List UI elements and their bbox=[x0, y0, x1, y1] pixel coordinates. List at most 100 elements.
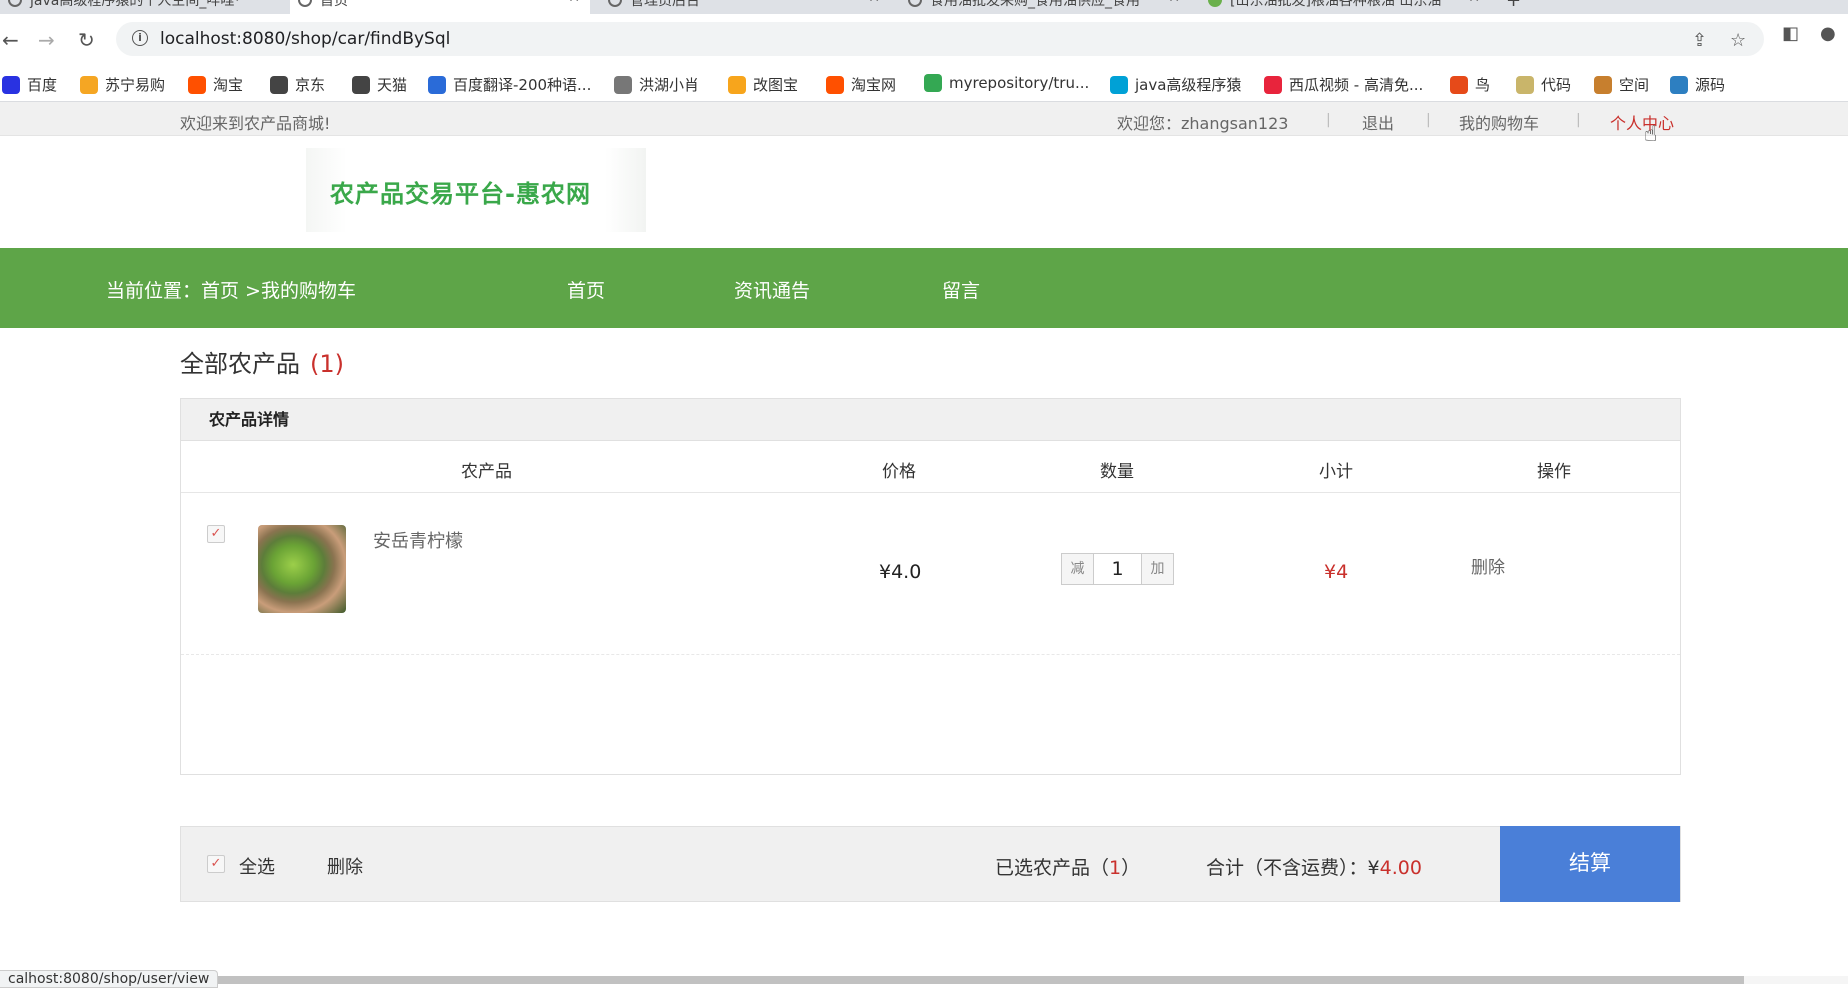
breadcrumb: 当前位置：首页 >我的购物车 bbox=[106, 280, 356, 302]
total-amount: 合计（不含运费）：¥4.00 bbox=[1206, 853, 1422, 880]
tab-title: 首页 bbox=[320, 0, 348, 9]
nav-message-link[interactable]: 留言 bbox=[942, 276, 980, 303]
section-title-text: 全部农产品 bbox=[180, 350, 300, 378]
bookmark-item[interactable]: 淘宝网 bbox=[826, 74, 896, 95]
scrollbar-thumb[interactable] bbox=[210, 976, 1744, 984]
delete-item-link[interactable]: 删除 bbox=[1471, 553, 1505, 578]
bookmark-label: 天猫 bbox=[377, 76, 408, 94]
close-icon[interactable]: ✕ bbox=[228, 0, 240, 6]
bookmark-item[interactable]: 百度翻译-200种语... bbox=[428, 74, 591, 95]
close-icon[interactable]: ✕ bbox=[868, 0, 880, 6]
bookmark-label: 空间 bbox=[1619, 76, 1650, 94]
column-header-price: 价格 bbox=[882, 462, 916, 482]
url-field[interactable]: i localhost:8080/shop/car/findBySql ⇪ ☆ bbox=[116, 22, 1764, 56]
tab-title: 食用油批发采购_食用油供应_食用 bbox=[930, 0, 1140, 9]
bookmark-favicon-icon bbox=[80, 75, 98, 94]
bookmark-item[interactable]: 天猫 bbox=[352, 74, 407, 95]
bookmark-favicon-icon bbox=[2, 75, 20, 94]
close-icon[interactable]: ✕ bbox=[1468, 0, 1480, 6]
close-icon[interactable]: ✕ bbox=[568, 0, 580, 6]
bookmark-item[interactable]: 空间 bbox=[1594, 74, 1649, 95]
product-thumbnail[interactable] bbox=[258, 525, 346, 613]
personal-center-link[interactable]: 个人中心 bbox=[1610, 110, 1674, 134]
browser-tab[interactable]: [山东油批发]粮油各种粮油 山东油 ✕ bbox=[1200, 0, 1490, 14]
column-header-product: 农产品 bbox=[461, 462, 512, 482]
cart-footer-bar: ✓ 全选 删除 已选农产品（1） 合计（不含运费）：¥4.00 结算 bbox=[180, 826, 1681, 902]
logout-link[interactable]: 退出 bbox=[1362, 110, 1394, 134]
bookmark-item[interactable]: 代码 bbox=[1516, 74, 1571, 95]
bookmark-item[interactable]: 源码 bbox=[1670, 74, 1725, 95]
bookmark-item[interactable]: 改图宝 bbox=[728, 74, 798, 95]
nav-home-link[interactable]: 首页 bbox=[567, 276, 605, 303]
checkout-button[interactable]: 结算 bbox=[1500, 826, 1680, 902]
total-label: 合计（不含运费）： bbox=[1206, 857, 1368, 879]
item-price: ¥4.0 bbox=[879, 561, 922, 583]
bookmark-favicon-icon bbox=[728, 75, 746, 94]
tab-favicon-icon bbox=[908, 0, 922, 7]
bookmark-favicon-icon bbox=[924, 74, 942, 92]
horizontal-scrollbar[interactable] bbox=[0, 976, 1848, 984]
column-header-action: 操作 bbox=[1537, 462, 1571, 482]
share-icon[interactable]: ⇪ bbox=[1692, 30, 1707, 51]
bookmark-favicon-icon bbox=[352, 75, 370, 94]
bookmark-label: 西瓜视频 - 高清免... bbox=[1289, 76, 1424, 94]
back-arrow-icon[interactable]: ← bbox=[2, 28, 19, 52]
close-icon[interactable]: ✕ bbox=[1168, 0, 1180, 6]
bookmark-item[interactable]: 洪湖小肖 bbox=[614, 74, 699, 95]
product-name-link[interactable]: 安岳青柠檬 bbox=[373, 527, 463, 553]
bookmark-favicon-icon bbox=[270, 75, 288, 94]
bookmark-star-icon[interactable]: ☆ bbox=[1730, 30, 1746, 51]
browser-tab-active[interactable]: 首页 ✕ bbox=[290, 0, 590, 14]
tab-favicon-icon bbox=[298, 0, 312, 7]
user-greeting: 欢迎您：zhangsan123 bbox=[1117, 114, 1289, 133]
bookmark-item[interactable]: 百度 bbox=[2, 74, 57, 95]
separator: | bbox=[1426, 112, 1431, 128]
site-info-icon[interactable]: i bbox=[132, 30, 148, 46]
tab-favicon-icon bbox=[608, 0, 622, 7]
bookmark-favicon-icon bbox=[1594, 75, 1612, 94]
tab-title: java高级程序猿的个人空间_哔哩 bbox=[30, 0, 235, 9]
browser-status-bar: calhost:8080/shop/user/view bbox=[0, 970, 219, 988]
nav-news-link[interactable]: 资讯通告 bbox=[734, 276, 810, 303]
reload-icon[interactable]: ↻ bbox=[78, 28, 95, 52]
select-all-label[interactable]: 全选 bbox=[239, 853, 275, 879]
bookmark-label: 百度 bbox=[27, 76, 58, 94]
bookmark-favicon-icon bbox=[1264, 75, 1282, 94]
quantity-input[interactable]: 1 bbox=[1094, 554, 1141, 584]
select-all-checkbox[interactable]: ✓ bbox=[207, 855, 225, 873]
bookmark-favicon-icon bbox=[1670, 75, 1688, 94]
column-header-subtotal: 小计 bbox=[1319, 462, 1353, 482]
decrease-quantity-button[interactable]: 减 bbox=[1062, 554, 1094, 584]
cart-panel-header: 农产品详情 bbox=[181, 399, 1680, 441]
hand-cursor-icon: ☝ bbox=[1644, 122, 1658, 147]
bookmark-item[interactable]: 淘宝 bbox=[188, 74, 243, 95]
site-logo[interactable]: 农产品交易平台-惠农网 bbox=[306, 148, 646, 232]
profile-avatar-icon[interactable]: ● bbox=[1820, 23, 1836, 44]
bookmark-item[interactable]: 苏宁易购 bbox=[80, 74, 165, 95]
bookmark-item[interactable]: java高级程序猿 bbox=[1110, 74, 1241, 95]
browser-tab[interactable]: java高级程序猿的个人空间_哔哩 ✕ bbox=[0, 0, 250, 14]
bookmark-label: 鸟 bbox=[1475, 76, 1491, 94]
new-tab-plus-icon[interactable]: + bbox=[1506, 0, 1521, 11]
item-checkbox[interactable]: ✓ bbox=[207, 525, 225, 543]
my-cart-link[interactable]: 我的购物车 bbox=[1459, 110, 1539, 134]
cart-column-headers: 农产品 价格 数量 小计 操作 bbox=[181, 441, 1680, 493]
forward-arrow-icon[interactable]: → bbox=[38, 28, 55, 52]
site-top-bar: 欢迎来到农产品商城! 欢迎您：zhangsan123 | 退出 | 我的购物车 … bbox=[0, 102, 1848, 136]
bookmark-favicon-icon bbox=[1110, 75, 1128, 94]
bookmark-item[interactable]: 西瓜视频 - 高清免... bbox=[1264, 74, 1423, 95]
bulk-delete-link[interactable]: 删除 bbox=[327, 853, 363, 879]
browser-tab[interactable]: 食用油批发采购_食用油供应_食用 ✕ bbox=[900, 0, 1190, 14]
browser-tab[interactable]: 管理员后台 ✕ bbox=[600, 0, 890, 14]
bookmark-favicon-icon bbox=[1450, 75, 1468, 94]
sidebar-toggle-icon[interactable]: ◧ bbox=[1782, 23, 1799, 44]
bookmark-item[interactable]: 京东 bbox=[270, 74, 325, 95]
bookmark-label: 淘宝网 bbox=[851, 76, 897, 94]
increase-quantity-button[interactable]: 加 bbox=[1141, 554, 1173, 584]
separator: | bbox=[1326, 112, 1331, 128]
selected-count-value: 1 bbox=[1109, 857, 1122, 879]
bookmark-item[interactable]: myrepository/tru... bbox=[924, 74, 1089, 92]
item-subtotal: ¥4 bbox=[1324, 561, 1349, 583]
bookmark-item[interactable]: 鸟 bbox=[1450, 74, 1490, 95]
url-text[interactable]: localhost:8080/shop/car/findBySql bbox=[160, 29, 450, 49]
